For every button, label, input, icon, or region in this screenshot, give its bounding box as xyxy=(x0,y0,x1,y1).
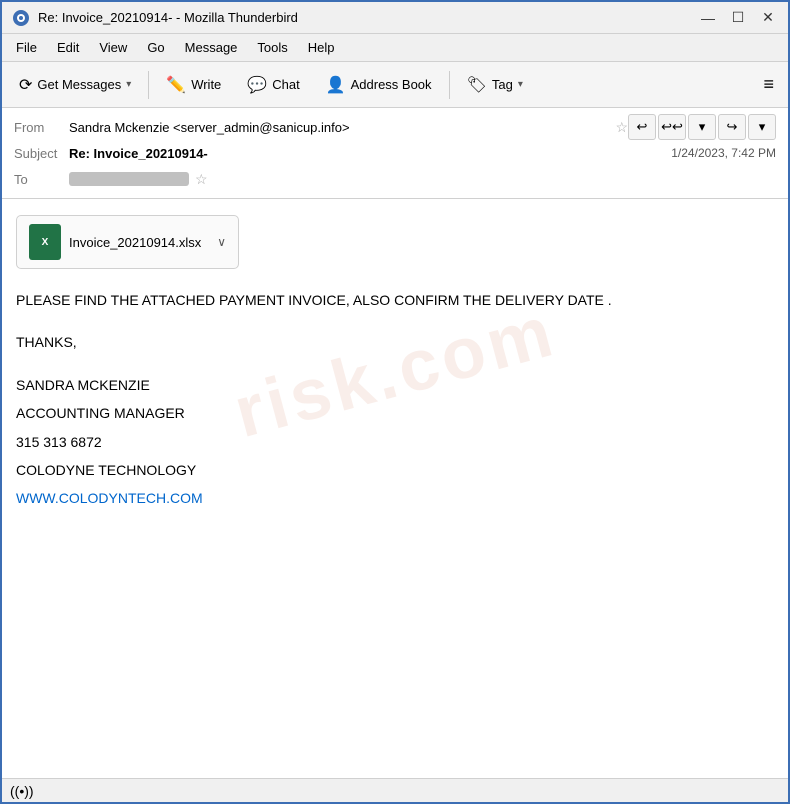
toolbar-divider-2 xyxy=(449,71,450,99)
reply-all-button[interactable]: ↩↩ xyxy=(658,114,686,140)
close-button[interactable]: ✕ xyxy=(758,9,778,26)
tag-button[interactable]: 🏷 Tag ▾ xyxy=(456,69,534,101)
chat-icon: 💬 xyxy=(247,75,267,95)
forward-button[interactable]: ↪ xyxy=(718,114,746,140)
app-icon xyxy=(12,9,30,27)
tag-label: Tag xyxy=(492,77,513,92)
menu-message[interactable]: Message xyxy=(177,37,246,58)
from-label: From xyxy=(14,120,69,135)
sender-website-row: WWW.COLODYNTECH.COM xyxy=(16,487,774,509)
window-controls: — ☐ ✕ xyxy=(698,9,778,26)
get-messages-dropdown-icon[interactable]: ▾ xyxy=(126,79,131,90)
get-messages-label: Get Messages xyxy=(37,77,121,92)
signature-block: SANDRA MCKENZIE ACCOUNTING MANAGER 315 3… xyxy=(16,374,774,510)
tag-dropdown-icon[interactable]: ▾ xyxy=(518,79,523,90)
forward-dropdown-button[interactable]: ▾ xyxy=(748,114,776,140)
from-star-icon[interactable]: ☆ xyxy=(615,119,628,136)
chat-label: Chat xyxy=(272,77,299,92)
menu-file[interactable]: File xyxy=(8,37,45,58)
reply-button[interactable]: ↩ xyxy=(628,114,656,140)
sender-phone: 315 313 6872 xyxy=(16,431,774,453)
thanks-text: THANKS, xyxy=(16,334,77,350)
write-icon: ✏️ xyxy=(166,75,186,95)
tag-icon: 🏷 xyxy=(467,75,487,95)
sender-name: SANDRA MCKENZIE xyxy=(16,374,774,396)
menu-bar: File Edit View Go Message Tools Help xyxy=(2,34,788,62)
attachment-box[interactable]: X Invoice_20210914.xlsx ∨ xyxy=(16,215,239,269)
menu-edit[interactable]: Edit xyxy=(49,37,87,58)
title-bar: Re: Invoice_20210914- - Mozilla Thunderb… xyxy=(2,2,788,34)
write-label: Write xyxy=(191,77,221,92)
body-paragraph-1: PLEASE FIND THE ATTACHED PAYMENT INVOICE… xyxy=(16,289,774,311)
get-messages-icon: ⟳ xyxy=(19,75,32,95)
paragraph-1-text: PLEASE FIND THE ATTACHED PAYMENT INVOICE… xyxy=(16,292,612,308)
menu-help[interactable]: Help xyxy=(300,37,343,58)
attachment-filename: Invoice_20210914.xlsx xyxy=(69,235,201,250)
email-header: From Sandra Mckenzie <server_admin@sanic… xyxy=(2,108,788,199)
window-title: Re: Invoice_20210914- - Mozilla Thunderb… xyxy=(38,10,298,25)
chat-button[interactable]: 💬 Chat xyxy=(236,69,310,101)
to-label: To xyxy=(14,172,69,187)
email-body-wrapper: risk.com X Invoice_20210914.xlsx ∨ PLEAS… xyxy=(2,199,788,789)
address-book-icon: 👤 xyxy=(326,75,346,95)
subject-row: Subject Re: Invoice_20210914- 1/24/2023,… xyxy=(14,140,776,166)
to-row: To ☆ xyxy=(14,166,776,192)
email-body: risk.com X Invoice_20210914.xlsx ∨ PLEAS… xyxy=(2,199,788,546)
toolbar-divider-1 xyxy=(148,71,149,99)
minimize-button[interactable]: — xyxy=(698,9,718,26)
maximize-button[interactable]: ☐ xyxy=(728,9,748,26)
from-row: From Sandra Mckenzie <server_admin@sanic… xyxy=(14,114,776,140)
write-button[interactable]: ✏️ Write xyxy=(155,69,232,101)
menu-tools[interactable]: Tools xyxy=(249,37,295,58)
to-value-blurred xyxy=(69,172,189,186)
sender-company: COLODYNE TECHNOLOGY xyxy=(16,459,774,481)
status-bar: ((•)) xyxy=(2,778,788,802)
toolbar-overflow-button[interactable]: ≡ xyxy=(755,70,782,99)
to-star-icon[interactable]: ☆ xyxy=(195,171,208,188)
address-book-label: Address Book xyxy=(351,77,432,92)
address-book-button[interactable]: 👤 Address Book xyxy=(315,69,443,101)
nav-buttons: ↩ ↩↩ ▾ ↪ ▾ xyxy=(628,114,776,140)
get-messages-button[interactable]: ⟳ Get Messages ▾ xyxy=(8,69,142,101)
excel-icon: X xyxy=(29,224,61,260)
nav-dropdown-button[interactable]: ▾ xyxy=(688,114,716,140)
attachment-chevron-icon[interactable]: ∨ xyxy=(217,235,226,249)
website-link[interactable]: WWW.COLODYNTECH.COM xyxy=(16,490,203,506)
subject-label: Subject xyxy=(14,146,69,161)
menu-go[interactable]: Go xyxy=(139,37,172,58)
menu-view[interactable]: View xyxy=(91,37,135,58)
attachment-container: X Invoice_20210914.xlsx ∨ xyxy=(16,215,774,269)
toolbar: ⟳ Get Messages ▾ ✏️ Write 💬 Chat 👤 Addre… xyxy=(2,62,788,108)
from-value: Sandra Mckenzie <server_admin@sanicup.in… xyxy=(69,120,609,135)
sender-title: ACCOUNTING MANAGER xyxy=(16,402,774,424)
subject-value: Re: Invoice_20210914- xyxy=(69,146,208,161)
email-date: 1/24/2023, 7:42 PM xyxy=(671,146,776,160)
connection-status-icon: ((•)) xyxy=(10,783,34,799)
body-thanks: THANKS, xyxy=(16,331,774,353)
